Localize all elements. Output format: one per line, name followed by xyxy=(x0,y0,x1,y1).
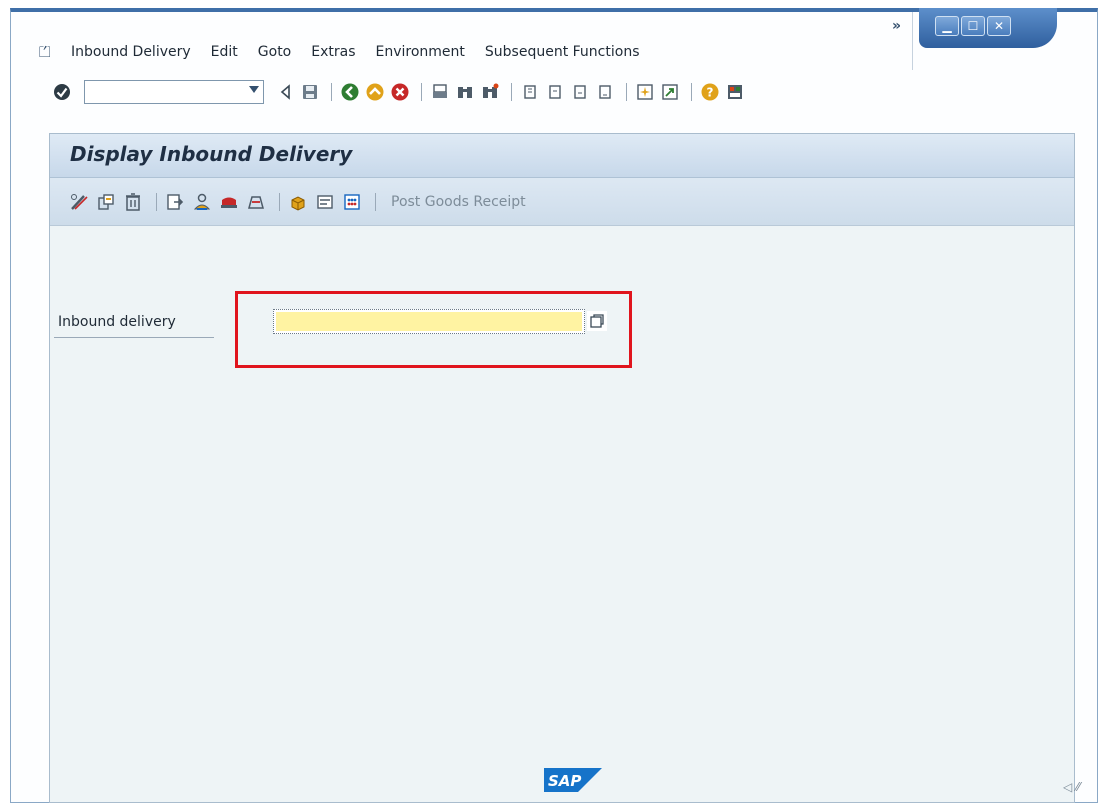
toolbar-separator xyxy=(511,83,512,101)
title-bar: Display Inbound Delivery xyxy=(50,134,1074,178)
display-change-icon[interactable] xyxy=(68,191,90,213)
packing-icon[interactable] xyxy=(287,191,309,213)
header-details-icon[interactable] xyxy=(164,191,186,213)
sap-logo-text: SAP xyxy=(548,772,581,790)
menu-goto[interactable]: Goto xyxy=(258,44,291,60)
partner-icon[interactable] xyxy=(191,191,213,213)
shipping-icon[interactable] xyxy=(218,191,240,213)
first-page-icon[interactable] xyxy=(519,81,541,103)
page-title: Display Inbound Delivery xyxy=(70,142,353,166)
menu-environment[interactable]: Environment xyxy=(376,44,465,60)
minimize-button[interactable]: ▁ xyxy=(935,16,959,36)
find-next-icon[interactable] xyxy=(479,81,501,103)
previous-page-icon[interactable] xyxy=(544,81,566,103)
other-document-icon[interactable] xyxy=(95,191,117,213)
toolbar-separator xyxy=(375,192,376,211)
toolbar-separator xyxy=(421,83,422,101)
menu-inbound-delivery[interactable]: Inbound Delivery xyxy=(71,44,191,60)
cancel-icon[interactable] xyxy=(389,81,411,103)
maximize-button[interactable]: ☐ xyxy=(961,16,985,36)
next-page-icon[interactable] xyxy=(569,81,591,103)
toolbar-separator xyxy=(691,83,692,101)
toolbar-separator xyxy=(156,192,157,211)
resize-grip-icon[interactable]: ◁ ⁄⁄ xyxy=(1063,780,1091,796)
chevron-down-icon[interactable] xyxy=(249,86,259,93)
back-arrow-icon[interactable] xyxy=(274,81,296,103)
new-session-icon[interactable] xyxy=(634,81,656,103)
screen-area: Display Inbound Delivery Post Goods Rece… xyxy=(49,133,1075,803)
toolbar-divider xyxy=(912,12,913,70)
close-button[interactable]: ✕ xyxy=(987,16,1011,36)
enter-check-icon[interactable] xyxy=(51,81,73,103)
toolbar-separator xyxy=(626,83,627,101)
menu-extras[interactable]: Extras xyxy=(311,44,355,60)
save-icon[interactable] xyxy=(299,81,321,103)
find-icon[interactable] xyxy=(454,81,476,103)
close-icon: ✕ xyxy=(993,19,1005,33)
back-icon[interactable] xyxy=(339,81,361,103)
toolbar-separator xyxy=(279,192,280,211)
help-icon[interactable]: ? xyxy=(699,81,721,103)
serial-numbers-icon[interactable] xyxy=(314,191,336,213)
sap-window: » ▁ ☐ ✕ ⏍ Inbound Delivery Edit Goto Ext… xyxy=(10,8,1098,803)
menu-overflow-button[interactable]: » xyxy=(892,18,901,34)
svg-text:?: ? xyxy=(707,86,714,100)
layout-menu-icon[interactable] xyxy=(724,81,746,103)
standard-toolbar: ? xyxy=(51,80,749,104)
menu-subsequent-functions[interactable]: Subsequent Functions xyxy=(485,44,640,60)
batch-split-icon[interactable] xyxy=(341,191,363,213)
maximize-icon: ☐ xyxy=(967,19,979,33)
post-goods-receipt-button[interactable]: Post Goods Receipt xyxy=(391,194,526,210)
label-underline xyxy=(54,337,214,338)
menu-bar: ⏍ Inbound Delivery Edit Goto Extras Envi… xyxy=(39,42,660,62)
toolbar-separator xyxy=(331,83,332,101)
delete-icon[interactable] xyxy=(122,191,144,213)
system-menu-icon[interactable]: ⏍ xyxy=(39,44,59,60)
last-page-icon[interactable] xyxy=(594,81,616,103)
print-icon[interactable] xyxy=(429,81,451,103)
minimize-icon: ▁ xyxy=(942,19,952,33)
inbound-delivery-input[interactable] xyxy=(276,312,582,331)
exit-icon[interactable] xyxy=(364,81,386,103)
inbound-delivery-field-frame xyxy=(273,309,585,334)
value-help-icon[interactable] xyxy=(587,311,607,331)
menu-edit[interactable]: Edit xyxy=(211,44,238,60)
sap-logo: SAP xyxy=(544,768,602,792)
application-toolbar: Post Goods Receipt xyxy=(50,178,1074,226)
transport-icon[interactable] xyxy=(245,191,267,213)
window-controls: ▁ ☐ ✕ xyxy=(919,8,1057,48)
command-field[interactable] xyxy=(84,80,264,104)
inbound-delivery-label: Inbound delivery xyxy=(58,314,176,330)
shortcut-icon[interactable] xyxy=(659,81,681,103)
